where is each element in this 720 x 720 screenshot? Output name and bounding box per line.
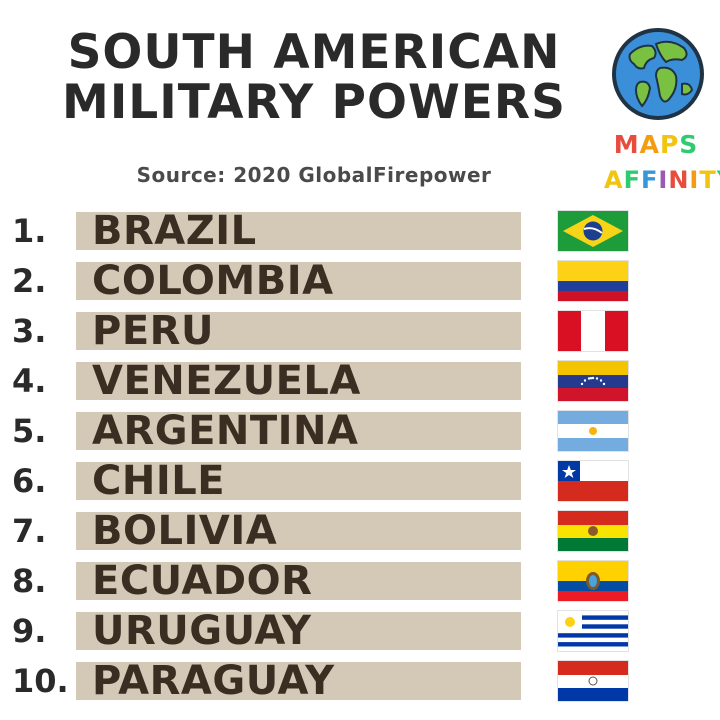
- ranking-row: 10. PARAGUAY: [0, 658, 720, 708]
- title-line-1: SOUTH AMERICAN: [67, 25, 561, 80]
- globe-icon: [612, 28, 704, 120]
- logo-text-maps: MAPS: [613, 130, 699, 159]
- country-bar: PERU: [76, 308, 521, 354]
- country-bar: COLOMBIA: [76, 258, 521, 304]
- ranking-row: 6. CHILE: [0, 458, 720, 508]
- country-bar: VENEZUELA: [76, 358, 521, 404]
- ranking-row: 4. VENEZUELA: [0, 358, 720, 408]
- rank-number: 7.: [12, 512, 47, 550]
- rank-number: 10.: [12, 662, 69, 700]
- country-name: CHILE: [92, 458, 226, 504]
- country-bar: BOLIVIA: [76, 508, 521, 554]
- title-line-2: MILITARY POWERS: [62, 75, 566, 130]
- rank-number: 8.: [12, 562, 47, 600]
- source-subtitle: Source: 2020 GlobalFirepower: [136, 163, 492, 187]
- bolivia-flag-icon: [558, 511, 628, 551]
- ecuador-flag-icon: [558, 561, 628, 601]
- peru-flag-icon: [558, 311, 628, 351]
- country-bar: CHILE: [76, 458, 521, 504]
- rank-number: 4.: [12, 362, 47, 400]
- rank-number: 3.: [12, 312, 47, 350]
- page-title: SOUTH AMERICAN MILITARY POWERS: [14, 28, 614, 128]
- country-name: VENEZUELA: [92, 358, 361, 404]
- country-bar: PARAGUAY: [76, 658, 521, 704]
- country-name: BOLIVIA: [92, 508, 278, 554]
- country-name: ARGENTINA: [92, 408, 359, 454]
- maps-affinity-logo: MAPS AFFINITY: [604, 26, 720, 198]
- ranking-row: 5. ARGENTINA: [0, 408, 720, 458]
- country-name: COLOMBIA: [92, 258, 334, 304]
- ranking-row: 3. PERU: [0, 308, 720, 358]
- rank-number: 1.: [12, 212, 47, 250]
- logo-text-affinity: AFFINITY: [604, 166, 720, 194]
- ranking-row: 7. BOLIVIA: [0, 508, 720, 558]
- country-bar: BRAZIL: [76, 208, 521, 254]
- rank-number: 2.: [12, 262, 47, 300]
- country-bar: ARGENTINA: [76, 408, 521, 454]
- paraguay-flag-icon: [558, 661, 628, 701]
- rank-number: 5.: [12, 412, 47, 450]
- chile-flag-icon: [558, 461, 628, 501]
- country-bar: URUGUAY: [76, 608, 521, 654]
- country-name: PARAGUAY: [92, 658, 335, 704]
- country-name: URUGUAY: [92, 608, 312, 654]
- ranking-row: 8. ECUADOR: [0, 558, 720, 608]
- country-name: BRAZIL: [92, 208, 257, 254]
- country-name: PERU: [92, 308, 214, 354]
- venezuela-flag-icon: [558, 361, 628, 401]
- ranking-row: 9. URUGUAY: [0, 608, 720, 658]
- ranking-row: 2. COLOMBIA: [0, 258, 720, 308]
- uruguay-flag-icon: [558, 611, 628, 651]
- colombia-flag-icon: [558, 261, 628, 301]
- argentina-flag-icon: [558, 411, 628, 451]
- country-bar: ECUADOR: [76, 558, 521, 604]
- brazil-flag-icon: [558, 211, 628, 251]
- ranking-row: 1. BRAZIL: [0, 208, 720, 258]
- country-name: ECUADOR: [92, 558, 313, 604]
- rank-number: 6.: [12, 462, 47, 500]
- rank-number: 9.: [12, 612, 47, 650]
